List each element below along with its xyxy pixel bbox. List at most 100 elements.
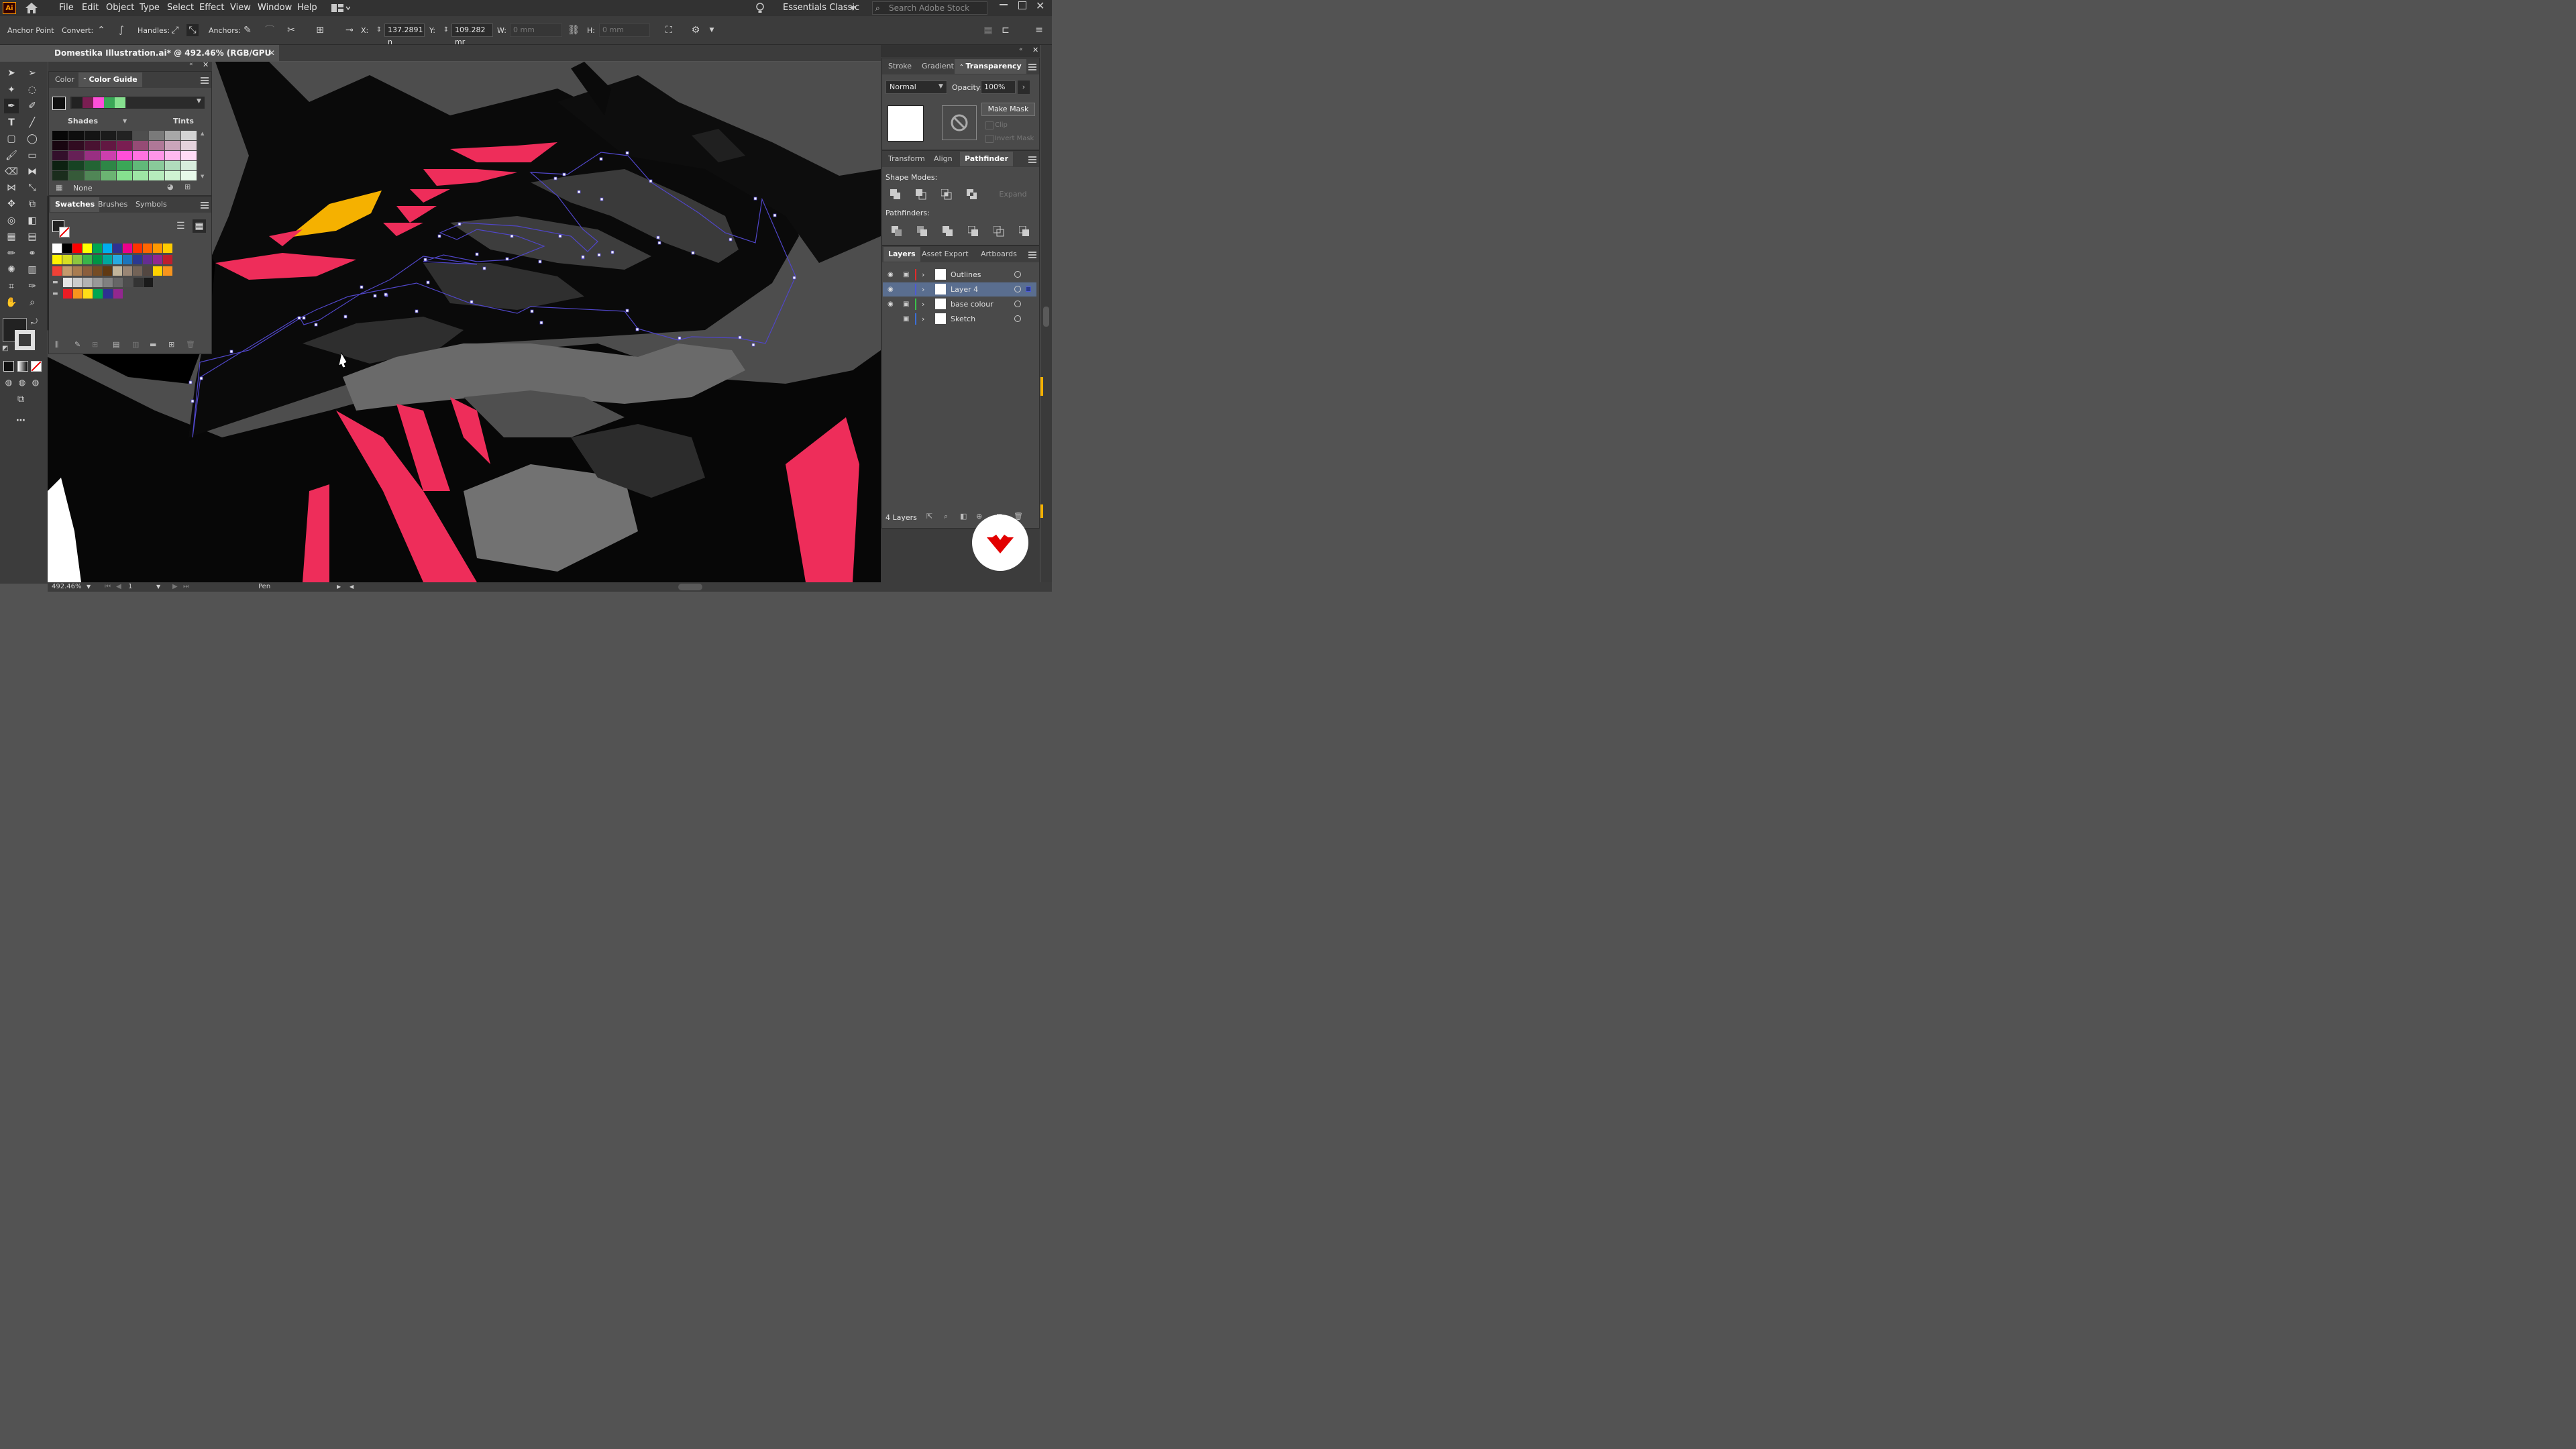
target-icon[interactable] <box>1014 286 1021 292</box>
stock-search-box[interactable]: ⌕ Search Adobe Stock <box>872 1 987 15</box>
color-swatch[interactable] <box>163 255 172 264</box>
divide-icon[interactable] <box>892 226 902 239</box>
w-field[interactable]: 0 mm <box>510 23 562 37</box>
color-variation-swatch[interactable] <box>85 151 100 160</box>
paintbrush-tool-icon[interactable]: 🖌 <box>4 148 19 163</box>
menu-file[interactable]: File <box>59 2 74 14</box>
color-swatch[interactable] <box>73 289 83 299</box>
color-variation-swatch[interactable] <box>165 161 180 170</box>
shape-builder-tool-icon[interactable]: ◎ <box>4 213 19 228</box>
color-variation-swatch[interactable] <box>52 131 68 140</box>
color-variation-swatch[interactable] <box>117 161 132 170</box>
color-swatch[interactable] <box>153 244 162 253</box>
color-swatch[interactable] <box>52 255 62 264</box>
color-variation-swatch[interactable] <box>52 151 68 160</box>
menu-effect[interactable]: Effect <box>199 2 224 14</box>
color-swatch[interactable] <box>153 255 162 264</box>
grid-view-icon[interactable]: ▦ <box>193 219 206 233</box>
color-variation-swatch[interactable] <box>181 131 197 140</box>
h-field[interactable]: 0 mm <box>599 23 650 37</box>
width-tool-icon[interactable]: ⋈ <box>4 180 19 195</box>
blend-tool-icon[interactable]: ⚭ <box>25 246 40 261</box>
swatch-grid[interactable]: ▬ ▬ <box>52 244 207 304</box>
color-variation-swatch[interactable] <box>68 141 84 150</box>
save-group-icon[interactable]: ⊞ <box>184 182 191 191</box>
expand-chevron-icon[interactable]: › <box>922 297 924 311</box>
scroll-thumb[interactable] <box>1043 307 1049 327</box>
type-tool-icon[interactable]: T <box>4 115 19 130</box>
tab-color[interactable]: Color <box>50 72 79 87</box>
color-variation-swatch[interactable] <box>117 141 132 150</box>
restore-button[interactable] <box>1018 1 1026 9</box>
chevron-down-icon[interactable]: ▼ <box>197 98 201 105</box>
tab-brushes[interactable]: Brushes <box>93 197 132 212</box>
new-color-group-icon[interactable]: ▥ <box>132 340 139 349</box>
color-swatch[interactable] <box>113 278 123 287</box>
scroll-left-icon[interactable]: ◀ <box>350 582 354 592</box>
color-variation-swatch[interactable] <box>117 171 132 180</box>
color-swatch[interactable] <box>103 278 113 287</box>
color-variation-swatch[interactable] <box>181 141 197 150</box>
swatch-libraries-icon[interactable]: ▦ <box>56 183 62 192</box>
tab-symbols[interactable]: Symbols <box>131 197 172 212</box>
target-icon[interactable] <box>1014 271 1021 278</box>
magic-wand-tool-icon[interactable]: ✦ <box>4 83 19 97</box>
tab-color-guide[interactable]: ⌃ Color Guide <box>78 72 142 87</box>
color-variation-swatch[interactable] <box>68 171 84 180</box>
convert-to-corner-icon[interactable]: ⌃ <box>95 24 107 36</box>
color-swatch[interactable] <box>133 244 142 253</box>
menu-view[interactable]: View <box>230 2 251 14</box>
curvature-tool-icon[interactable]: ✐ <box>25 99 40 113</box>
new-swatch-icon[interactable]: ⊞ <box>168 340 174 349</box>
swap-colors-icon[interactable]: ⤾ <box>31 317 38 327</box>
close-panel-icon[interactable]: ✕ <box>203 60 209 69</box>
workspace-switcher[interactable]: Essentials Classic <box>783 2 859 14</box>
color-swatch[interactable] <box>103 244 112 253</box>
tab-layers[interactable]: Layers <box>883 247 920 262</box>
crop-icon[interactable] <box>967 225 979 239</box>
exclude-icon[interactable] <box>967 189 977 202</box>
panel-menu-icon[interactable] <box>1028 156 1036 163</box>
layer-row[interactable]: ▣ › Sketch <box>883 312 1036 326</box>
first-artboard-icon[interactable]: ⏮ <box>105 582 111 592</box>
color-swatch[interactable] <box>83 289 93 299</box>
visibility-eye-icon[interactable]: ◉ <box>888 297 894 311</box>
color-variation-swatch[interactable] <box>101 171 116 180</box>
eraser-tool-icon[interactable]: ⌫ <box>4 164 19 179</box>
search-input[interactable]: Search Adobe Stock <box>889 3 969 13</box>
color-group-folder-icon[interactable]: ▬ <box>52 279 60 286</box>
color-variation-swatch[interactable] <box>165 131 180 140</box>
floating-panel-header[interactable]: « ✕ <box>48 60 212 71</box>
chevron-down-icon[interactable]: ▼ <box>851 5 855 12</box>
color-swatch[interactable] <box>143 266 152 276</box>
line-tool-icon[interactable]: ╱ <box>25 115 40 130</box>
harmony-color-swatch[interactable] <box>83 97 93 108</box>
visibility-eye-icon[interactable]: ◉ <box>888 282 894 297</box>
color-swatch[interactable] <box>113 266 122 276</box>
delete-swatch-icon[interactable]: 🗑 <box>186 340 195 349</box>
close-document-icon[interactable]: ✕ <box>268 45 275 61</box>
color-variation-swatch[interactable] <box>101 131 116 140</box>
last-artboard-icon[interactable]: ⏭ <box>183 582 189 592</box>
none-mode-icon[interactable] <box>31 361 42 372</box>
color-swatch[interactable] <box>103 255 112 264</box>
draw-inside-icon[interactable]: ◍ <box>28 375 43 390</box>
color-swatch[interactable] <box>52 244 62 253</box>
color-variation-swatch[interactable] <box>133 171 148 180</box>
color-variation-swatch[interactable] <box>101 151 116 160</box>
color-variation-swatch[interactable] <box>68 151 84 160</box>
color-variation-swatch[interactable] <box>165 151 180 160</box>
cut-path-icon[interactable]: ✂ <box>285 24 297 36</box>
selection-tool-icon[interactable]: ➤ <box>4 66 19 80</box>
screen-mode-icon[interactable]: ⧉ <box>13 392 28 407</box>
color-swatch[interactable] <box>83 266 92 276</box>
ellipse-tool-icon[interactable]: ◯ <box>25 131 40 146</box>
color-variation-swatch[interactable] <box>181 171 197 180</box>
harmony-color-swatch[interactable] <box>93 97 104 108</box>
rectangle-tool-icon[interactable]: ▢ <box>4 131 19 146</box>
color-swatch[interactable] <box>123 278 133 287</box>
isolate-icon[interactable]: ⊞ <box>314 24 326 36</box>
show-handles-icon[interactable]: ⤢ <box>169 24 181 36</box>
color-variation-swatch[interactable] <box>101 141 116 150</box>
color-variation-swatch[interactable] <box>165 171 180 180</box>
